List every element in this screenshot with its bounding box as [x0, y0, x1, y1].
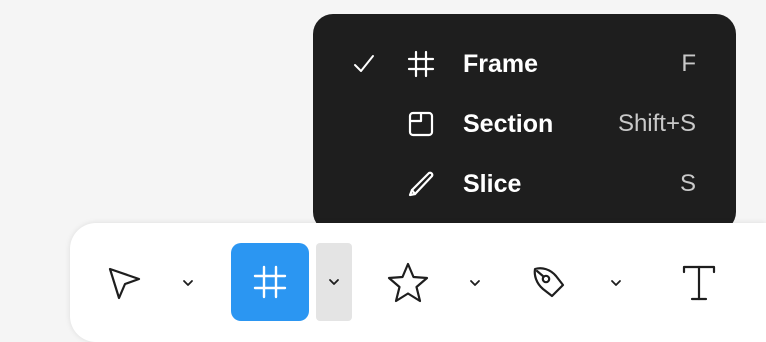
pen-icon [530, 263, 570, 303]
move-cursor-icon [104, 263, 144, 303]
shortcut-label: S [679, 170, 696, 197]
chevron-down-icon [328, 278, 340, 286]
menu-item-frame[interactable]: Frame F [313, 38, 736, 92]
menu-item-section[interactable]: Section Shift+S [313, 98, 736, 152]
frame-tool-button[interactable] [231, 243, 309, 321]
menu-item-label: Section [463, 110, 554, 138]
menu-item-label: Slice [463, 170, 522, 198]
pen-tool-dropdown-chevron[interactable] [604, 271, 628, 295]
pen-tool-button[interactable] [526, 259, 574, 307]
shape-tool-button[interactable] [382, 257, 434, 309]
shape-tool-dropdown-chevron[interactable] [463, 271, 487, 295]
menu-item-slice[interactable]: Slice S [313, 158, 736, 212]
chevron-down-icon [182, 279, 194, 287]
star-icon [385, 260, 431, 306]
move-tool-button[interactable] [100, 259, 148, 307]
frame-icon [407, 50, 435, 78]
frame-tool-dropdown-menu: Frame F Section Shift+S Slice S [313, 14, 736, 232]
chevron-down-icon [469, 279, 481, 287]
section-icon [407, 110, 435, 138]
checkmark-icon [352, 52, 376, 76]
bottom-toolbar [70, 223, 766, 342]
frame-tool-dropdown-chevron[interactable] [316, 243, 352, 321]
move-tool-dropdown-chevron[interactable] [176, 271, 200, 295]
menu-item-label: Frame [463, 50, 539, 78]
slice-icon [407, 170, 435, 198]
text-icon [679, 262, 719, 304]
text-tool-button[interactable] [676, 259, 722, 307]
frame-icon [252, 264, 288, 300]
chevron-down-icon [610, 279, 622, 287]
shortcut-label: F [681, 50, 696, 77]
shortcut-label: Shift+S [617, 110, 696, 137]
